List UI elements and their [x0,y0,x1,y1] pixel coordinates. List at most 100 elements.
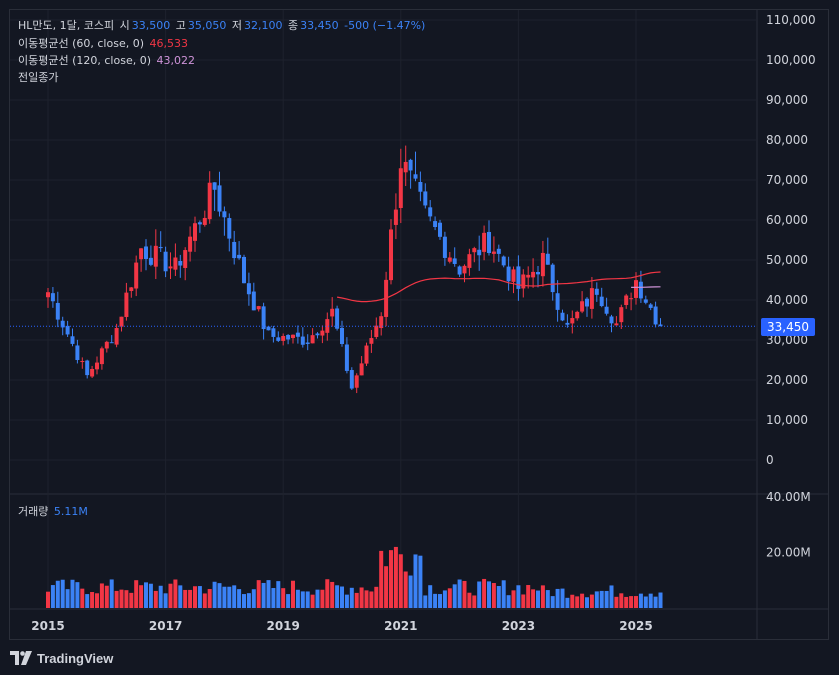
tradingview-logo[interactable]: TradingView [10,648,113,668]
change-value: -500 (−1.47%) [344,19,426,32]
candle-body [589,288,594,309]
volume-bar [472,595,477,608]
candle-body [153,245,158,267]
time-tick-label: 2019 [266,619,299,633]
candle-body [393,209,398,225]
volume-bar [570,594,575,608]
candle-body [114,328,119,345]
volume-bar [173,579,178,608]
volume-bar [222,586,227,608]
volume-bar [271,588,276,608]
candle-body [477,249,482,256]
candle-body [433,221,438,227]
price-tick-label: 20,000 [766,373,808,387]
candle-body [536,272,540,275]
volume-bar [413,554,418,608]
candle-body [266,326,271,331]
candle-body [594,288,599,295]
prev-close-label: 전일종가 [18,71,59,84]
volume-bar [653,596,658,608]
volume-bar [325,579,330,608]
candle-body [359,363,364,376]
volume-bar [335,585,340,608]
candle-body [75,345,80,360]
volume-bar [531,589,536,608]
volume-bar [261,582,266,608]
candle-body [447,257,452,262]
volume-tick-label: 20.00M [766,546,811,560]
volume-bar [153,590,158,608]
volume-bar [506,595,511,608]
candle-body [276,337,281,341]
candle-body [462,265,467,274]
volume-bar [599,590,604,608]
volume-bar [237,589,242,608]
volume-tick-label: 40.00M [766,490,811,504]
ma60-label: 이동평균선 (60, close, 0) [18,37,144,50]
volume-bar [648,593,653,608]
volume-legend[interactable]: 거래량 5.11M [18,505,90,519]
prev-close-legend[interactable]: 전일종가 [18,71,60,85]
price-tick-label: 110,000 [766,13,816,27]
volume-bar [320,589,325,608]
candle-body [565,322,570,325]
candle-body [521,274,526,289]
price-tick-label: 10,000 [766,413,808,427]
volume-bar [291,580,295,608]
close-label: 종 [287,19,299,32]
candle-body [638,281,643,299]
candle-body [109,342,114,344]
candle-body [217,185,222,212]
volume-bar [168,583,173,608]
volume-bar [139,585,144,608]
candle-body [227,218,232,239]
candle-body [148,257,153,265]
candle-body [428,207,433,217]
ma120-legend[interactable]: 이동평균선 (120, close, 0) 43,022 [18,54,197,68]
price-tick-label: 60,000 [766,213,808,227]
volume-bar [540,585,545,608]
volume-bar [418,555,423,608]
volume-bar [266,580,271,608]
volume-bar [516,585,521,608]
volume-bar [305,591,310,608]
ma60-legend[interactable]: 이동평균선 (60, close, 0) 46,533 [18,37,190,51]
volume-bar [462,580,467,608]
open-label: 시 [119,19,130,32]
volume-bar [242,594,246,608]
volume-bar [580,593,585,608]
volume-bar [134,580,139,608]
candle-body [85,360,90,376]
candle-body [452,258,457,264]
price-tick-label: 90,000 [766,93,808,107]
volume-bar [148,583,153,608]
volume-bar [408,575,413,608]
volume-bar [526,585,531,608]
volume-bar [614,596,619,608]
candle-body [374,325,379,337]
volume-bar [575,596,580,608]
time-tick-label: 2021 [384,619,417,633]
candle-body [305,342,310,344]
volume-bar [565,597,570,608]
candle-body [442,236,447,258]
volume-bar [193,586,197,608]
volume-bar [75,582,80,608]
candle-body [335,308,340,329]
candle-body [330,308,335,317]
candle-body [286,334,291,340]
candle-body [300,336,305,345]
candle-body [237,254,242,259]
candle-body [295,332,300,337]
chart-canvas[interactable]: 110,000 100,000 90,000 80,000 70,000 60,000 50… [0,0,839,675]
volume-bar [330,581,335,608]
volume-bar [374,586,379,608]
volume-bar [114,590,119,608]
price-tick-label: 0 [766,453,774,467]
volume-bar [438,594,442,608]
volume-bar [85,594,90,608]
candle-body [222,211,227,218]
candle-body [104,341,109,349]
candle-body [555,293,560,310]
volume-bar [433,593,438,608]
